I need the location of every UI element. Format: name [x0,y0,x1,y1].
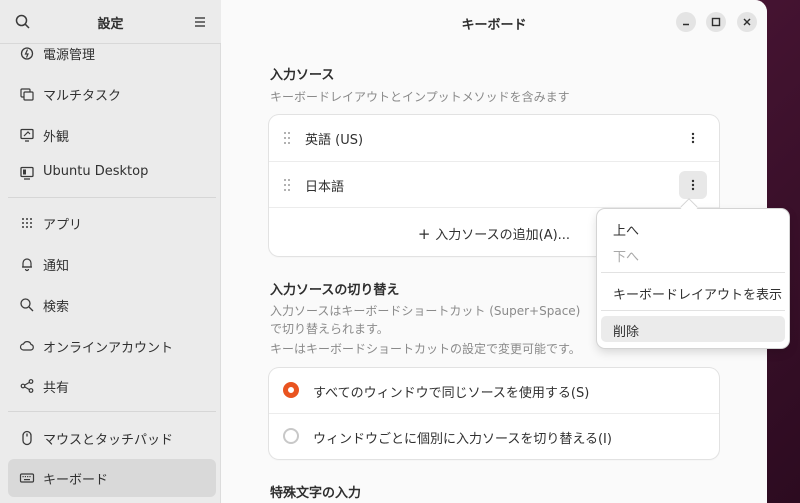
share-icon [20,379,34,393]
menu-item-move-up[interactable]: 上へ [601,215,785,241]
sidebar-item-label: Ubuntu Desktop [43,164,149,179]
sidebar-item-ubuntu-desktop[interactable]: Ubuntu Desktop [8,154,216,192]
more-vertical-icon [691,132,695,144]
minimize-button[interactable] [676,12,696,32]
menu-item-show-layout[interactable]: キーボードレイアウトを表示 [601,279,785,305]
source-menu-button[interactable] [679,171,707,199]
sidebar-item-label: マルチタスク [43,89,122,104]
special-chars-title: 特殊文字の入力 [270,486,362,501]
desktop-icon [20,166,34,180]
close-icon [743,18,751,26]
menu-divider [601,272,785,273]
multitasking-icon [20,88,34,101]
sidebar-item-label: 電源管理 [43,48,96,63]
apps-grid-icon [22,218,32,228]
sidebar-item-label: マウスとタッチパッド [43,433,174,448]
input-source-label: 英語 (US) [305,133,364,148]
sidebar-item-power[interactable]: 電源管理 [8,34,216,72]
sidebar-item-label: 検索 [43,300,70,315]
menu-item-move-down: 下へ [601,241,785,267]
radio-option-label: ウィンドウごとに個別に入力ソースを切り替える(I) [313,432,612,447]
sidebar-item-mouse-touchpad[interactable]: マウスとタッチパッド [8,419,216,457]
more-vertical-icon [691,179,695,191]
menu-item-remove[interactable]: 削除 [601,316,785,342]
menu-item-label: 下へ [613,250,640,265]
sidebar-item-appearance[interactable]: 外観 [8,116,216,154]
menu-item-label: 削除 [613,325,640,340]
sidebar-item-multitasking[interactable]: マルチタスク [8,75,216,113]
source-context-menu: 上へ 下へ キーボードレイアウトを表示 削除 [597,199,789,348]
maximize-button[interactable] [706,12,726,32]
switching-description-2: キーはキーボードショートカットの設定で変更可能です。 [270,342,581,356]
sidebar-divider [8,411,216,412]
plus-icon: + [417,225,436,243]
input-source-row[interactable]: 日本語 [269,161,719,207]
menu-item-label: 上へ [613,224,640,239]
sidebar-item-label: キーボード [43,473,109,488]
radio-button[interactable] [283,428,299,444]
sidebar-item-keyboard[interactable]: キーボード [8,459,216,497]
radio-option-same-source[interactable]: すべてのウィンドウで同じソースを使用する(S) [269,368,719,413]
drag-handle-icon[interactable] [283,178,291,192]
input-sources-description: キーボードレイアウトとインプットメソッドを含みます [270,90,570,104]
switching-title: 入力ソースの切り替え [270,283,400,298]
close-button[interactable] [737,12,757,32]
sidebar-item-notifications[interactable]: 通知 [8,245,216,283]
radio-option-label: すべてのウィンドウで同じソースを使用する(S) [313,386,590,401]
power-icon [20,47,34,60]
menu-item-label: キーボードレイアウトを表示 [613,288,783,303]
sidebar-item-search[interactable]: 検索 [8,286,216,324]
radio-button[interactable] [283,382,299,398]
sidebar: 設定 電源管理 マルチタスク 外観 Ubuntu Desktop アプリ 通知 … [0,0,221,503]
drag-handle-icon[interactable] [283,131,291,145]
minimize-icon [683,23,689,26]
sidebar-item-label: オンラインアカウント [43,341,174,356]
sidebar-item-label: 通知 [43,259,70,274]
hamburger-menu-icon[interactable] [191,13,209,31]
radio-option-per-window[interactable]: ウィンドウごとに個別に入力ソースを切り替える(I) [269,413,719,459]
switching-description: 入力ソースはキーボードショートカット (Super+Space) で切り替えられ… [270,304,581,336]
source-menu-button[interactable] [679,124,707,152]
sidebar-title: 設定 [97,17,124,32]
input-sources-title: 入力ソース [270,68,335,83]
input-source-label: 日本語 [305,180,345,195]
menu-divider [601,310,785,311]
input-source-row[interactable]: 英語 (US) [269,115,719,161]
sidebar-item-online-accounts[interactable]: オンラインアカウント [8,327,216,365]
sidebar-divider [8,197,216,198]
sidebar-item-label: 外観 [43,130,70,145]
maximize-icon [711,17,721,27]
appearance-icon [20,128,34,142]
search-icon [20,298,34,312]
bell-icon [22,258,32,272]
sidebar-item-sharing[interactable]: 共有 [8,367,216,405]
add-input-source-label: 入力ソースの追加(A)... [435,228,571,243]
cloud-icon [19,341,34,351]
switching-options: すべてのウィンドウで同じソースを使用する(S) ウィンドウごとに個別に入力ソース… [269,368,719,459]
sidebar-item-label: 共有 [43,381,70,396]
keyboard-icon [19,473,35,483]
sidebar-item-label: アプリ [43,218,83,233]
sidebar-item-apps[interactable]: アプリ [8,204,216,242]
mouse-icon [22,430,32,446]
